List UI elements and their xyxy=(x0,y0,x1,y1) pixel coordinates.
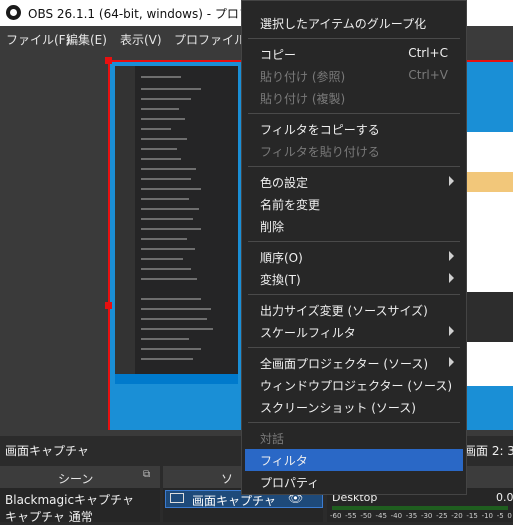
context-menu-item[interactable]: 選択したアイテムのグループ化 xyxy=(242,12,466,34)
context-menu-item: 貼り付け (複製) xyxy=(242,87,466,109)
context-menu-item[interactable]: プロパティ xyxy=(242,471,466,493)
sources-dock-header: ソース xyxy=(163,466,241,520)
meter-tick: -5 xyxy=(496,512,504,520)
context-menu-item-label: フィルタ xyxy=(260,454,308,468)
menu-separator xyxy=(248,38,460,39)
context-menu-item[interactable]: 削除 xyxy=(242,215,466,237)
context-menu-item[interactable]: 全画面プロジェクター (ソース) xyxy=(242,352,466,374)
context-menu-item-label: コピー xyxy=(260,48,297,62)
meter-tick: -10 xyxy=(481,512,493,520)
context-menu: 選択したアイテムのグループ化 コピー Ctrl+C 貼り付け (参照) Ctrl+V 貼り… xyxy=(241,0,467,495)
context-menu-item[interactable]: コピー Ctrl+C xyxy=(242,43,466,65)
menu-separator xyxy=(248,422,460,423)
context-menu-item-label: フィルタをコピーする xyxy=(260,123,380,137)
meter-tick: -35 xyxy=(405,512,418,520)
undock-icon[interactable]: ⧉ xyxy=(143,469,150,480)
meter-tick: -20 xyxy=(451,512,463,520)
context-menu-item[interactable]: 順序(O) xyxy=(242,246,466,268)
menu-separator xyxy=(248,113,460,114)
monitor-icon xyxy=(170,493,184,503)
scene-item[interactable]: キャプチャ 通常 xyxy=(5,508,93,525)
scene-item[interactable]: Blackmagicキャプチャ xyxy=(5,491,134,508)
context-menu-item-label: 貼り付け (複製) xyxy=(260,92,346,106)
submenu-arrow-icon xyxy=(449,326,454,336)
menu-separator xyxy=(248,241,460,242)
context-menu-item-label: フィルタを貼り付ける xyxy=(260,145,380,159)
meter-tick: -40 xyxy=(390,512,403,520)
scenes-list: Blackmagicキャプチャ キャプチャ 通常 xyxy=(0,488,160,525)
submenu-arrow-icon xyxy=(449,273,454,283)
mixer-dock-header xyxy=(467,466,513,488)
submenu-arrow-icon xyxy=(449,176,454,186)
window-title: OBS 26.1.1 (64-bit, windows) - プロファイル xyxy=(28,7,248,21)
resize-handle-top-left[interactable] xyxy=(105,57,112,64)
meter-tick: -60 xyxy=(330,512,342,520)
context-menu-item-label: 貼り付け (参照) xyxy=(260,70,346,84)
context-menu-item-label: スケールフィルタ xyxy=(260,326,356,340)
context-menu-item[interactable]: 変換(T) xyxy=(242,268,466,290)
meter-tick: -45 xyxy=(375,512,387,520)
submenu-arrow-icon xyxy=(449,251,454,261)
meter-tick: -50 xyxy=(360,512,372,520)
menu-separator xyxy=(248,166,460,167)
menu-separator xyxy=(248,294,460,295)
captured-editor-window xyxy=(115,66,238,384)
context-menu-item[interactable]: 名前を変更 xyxy=(242,193,466,215)
resize-handle-left[interactable] xyxy=(105,302,112,309)
context-menu-item-label: 全画面プロジェクター (ソース) xyxy=(260,357,429,371)
context-menu-item[interactable]: スケールフィルタ xyxy=(242,321,466,343)
context-menu-item-label: 順序(O) xyxy=(260,251,303,265)
context-menu-item: フィルタを貼り付ける xyxy=(242,140,466,162)
selection-border-left xyxy=(108,60,110,430)
menu-view[interactable]: 表示(V) xyxy=(120,31,162,48)
meter-tick: -25 xyxy=(436,512,448,520)
context-menu-item-label: スクリーンショット (ソース) xyxy=(260,401,416,415)
context-menu-item-label: 出力サイズ変更 (ソースサイズ) xyxy=(260,304,428,318)
shortcut-label: Ctrl+C xyxy=(408,46,448,60)
context-menu-item-label: プロパティ xyxy=(260,476,320,490)
meter-tick: -30 xyxy=(420,512,433,520)
mixer-level: 0.0 xyxy=(496,491,513,504)
meter-scale: -60 -55 -50 -45 -40 -35 -30 -25 -20 -15 … xyxy=(330,512,512,522)
context-menu-item[interactable]: 出力サイズ変更 (ソースサイズ) xyxy=(242,299,466,321)
menu-file[interactable]: ファイル(F) xyxy=(6,31,70,48)
context-menu-item[interactable]: スクリーンショット (ソース) xyxy=(242,396,466,418)
scenes-dock-header: シーン ⧉ xyxy=(0,466,160,488)
context-menu-item-label: 色の設定 xyxy=(260,176,309,190)
display-label: 画面 2: 38 xyxy=(464,444,513,458)
context-menu-item-label: 削除 xyxy=(260,220,285,234)
context-menu-item[interactable]: 色の設定 xyxy=(242,171,466,193)
context-menu-item: 貼り付け (参照) Ctrl+V xyxy=(242,65,466,87)
context-menu-item-label: ウィンドウプロジェクター (ソース) xyxy=(260,379,453,393)
context-menu-item-label: 変換(T) xyxy=(260,273,301,287)
volume-meter xyxy=(332,506,508,510)
context-menu-item[interactable]: フィルタ xyxy=(245,449,463,471)
meter-tick: -15 xyxy=(466,512,478,520)
shortcut-label: Ctrl+V xyxy=(408,68,448,82)
captured-app-window xyxy=(462,132,513,386)
scenes-dock-title: シーン xyxy=(58,472,94,486)
context-menu-item: 対話 xyxy=(242,427,466,449)
meter-tick: -55 xyxy=(345,512,357,520)
context-menu-item[interactable]: フィルタをコピーする xyxy=(242,118,466,140)
menu-separator xyxy=(248,347,460,348)
context-menu-item-label: 選択したアイテムのグループ化 xyxy=(260,17,427,31)
meter-tick: 0 xyxy=(507,512,512,520)
menu-edit[interactable]: 編集(E) xyxy=(66,31,107,48)
submenu-arrow-icon xyxy=(449,357,454,367)
obs-logo-icon xyxy=(6,5,21,20)
context-menu-item-label: 対話 xyxy=(260,432,285,446)
context-menu-item[interactable]: ウィンドウプロジェクター (ソース) xyxy=(242,374,466,396)
context-menu-item-label: 名前を変更 xyxy=(260,198,321,212)
selected-source-label: 画面キャプチャ xyxy=(5,444,89,458)
